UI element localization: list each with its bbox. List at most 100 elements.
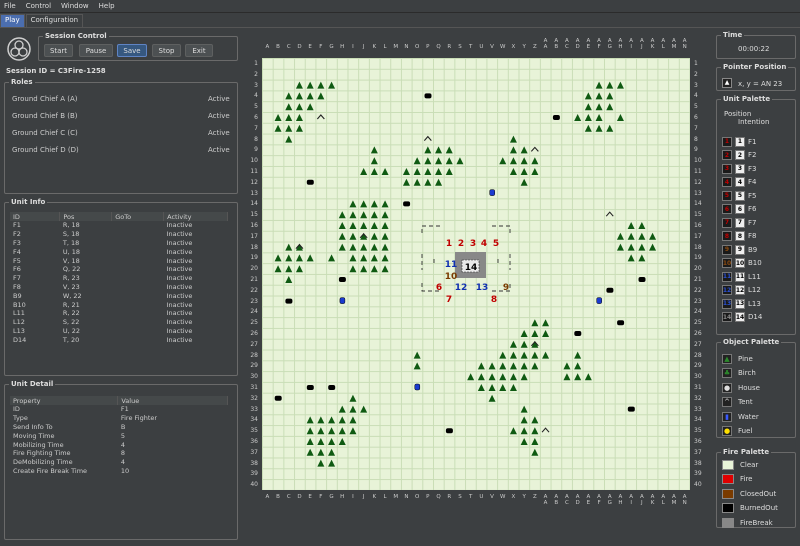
fuel-icon[interactable]: ● (722, 426, 732, 436)
table-row[interactable]: Send Info To B (10, 423, 228, 432)
unit-intention-swatch[interactable]: 10 (735, 258, 745, 268)
stop-button[interactable]: Stop (152, 44, 181, 57)
map-unit-label[interactable]: 8 (491, 295, 497, 305)
unit-position-swatch[interactable]: 14 (722, 312, 732, 322)
map-unit-label[interactable]: 4 (481, 239, 487, 249)
tent-icon[interactable]: ^ (722, 397, 732, 407)
unit-info-col-header[interactable]: Activity (163, 212, 228, 221)
unit-position-swatch[interactable]: 6 (722, 204, 732, 214)
unit-palette-item[interactable]: 1 1 F1 (722, 136, 756, 147)
map-unit-label[interactable]: 13 (476, 283, 489, 293)
unit-intention-swatch[interactable]: 8 (735, 231, 745, 241)
pine-icon[interactable]: ▲ (722, 353, 732, 364)
unit-palette-item[interactable]: 8 8 F8 (722, 231, 756, 242)
game-map[interactable]: 1 2 3 4 5 6 7 8 9 10 11 12 13 14 (262, 58, 690, 490)
unit-info-col-header[interactable]: ID (10, 212, 61, 221)
map-unit-label[interactable]: 2 (458, 239, 464, 249)
tab-configuration[interactable]: Configuration (25, 14, 84, 27)
table-row[interactable]: L12 S, 22 Inactive (10, 318, 228, 327)
object-palette-item[interactable]: ^ Tent (722, 397, 753, 408)
table-row[interactable]: B10 R, 21 Inactive (10, 300, 228, 309)
table-row[interactable]: F5 V, 18 Inactive (10, 256, 228, 265)
start-button[interactable]: Start (44, 44, 73, 57)
object-palette-item[interactable]: ▲ Pine (722, 353, 753, 364)
unit-palette-item[interactable]: 13 13 L13 (722, 298, 761, 309)
role-name[interactable]: Ground Chief D (D) (12, 146, 79, 154)
unit-intention-swatch[interactable]: 7 (735, 217, 745, 228)
unit-palette-item[interactable]: 7 7 F7 (722, 217, 756, 228)
table-row[interactable]: Fire Fighting Time 8 (10, 449, 228, 458)
unit-palette-item[interactable]: 11 11 L11 (722, 271, 761, 282)
unit-palette-item[interactable]: 14 14 D14 (722, 312, 762, 323)
unit-position-swatch[interactable]: 2 (722, 150, 732, 160)
table-row[interactable]: L13 U, 22 Inactive (10, 327, 228, 336)
unit-position-swatch[interactable]: 10 (722, 258, 732, 268)
save-button[interactable]: Save (117, 44, 147, 57)
unit-intention-swatch[interactable]: 12 (735, 285, 745, 295)
menu-file[interactable]: File (4, 2, 16, 10)
fire-state-swatch[interactable] (722, 488, 734, 499)
fire-palette-item[interactable]: BurnedOut (722, 503, 778, 514)
table-row[interactable]: F8 V, 23 Inactive (10, 283, 228, 292)
birch-icon[interactable]: ♣ (722, 368, 732, 378)
unit-intention-swatch[interactable]: 13 (735, 298, 745, 309)
map-unit-label[interactable]: 11 (445, 260, 458, 270)
table-row[interactable]: D14 T, 20 Inactive (10, 335, 228, 344)
table-row[interactable]: F2 S, 18 Inactive (10, 230, 228, 239)
unit-intention-swatch[interactable]: 4 (735, 177, 745, 187)
unit-intention-swatch[interactable]: 9 (735, 244, 745, 255)
tab-play[interactable]: Play (0, 14, 25, 27)
table-row[interactable]: DeMobilizing Time 4 (10, 458, 228, 467)
unit-palette-item[interactable]: 2 2 F2 (722, 150, 756, 161)
map-unit-label[interactable]: 5 (493, 239, 499, 249)
map-unit-label[interactable]: 12 (455, 283, 468, 293)
unit-palette-item[interactable]: 5 5 F5 (722, 190, 756, 201)
pause-button[interactable]: Pause (79, 44, 113, 57)
object-palette-item[interactable]: ♣ Birch (722, 368, 756, 379)
map-unit-label[interactable]: 9 (503, 283, 509, 293)
table-row[interactable]: F1 R, 18 Inactive (10, 221, 228, 230)
unit-palette-item[interactable]: 6 6 F6 (722, 204, 756, 215)
unit-position-swatch[interactable]: 4 (722, 177, 732, 187)
unit-intention-swatch[interactable]: 1 (735, 136, 745, 147)
role-name[interactable]: Ground Chief C (C) (12, 129, 78, 137)
map-unit-label[interactable]: 10 (445, 272, 458, 282)
table-row[interactable]: F6 Q, 22 Inactive (10, 265, 228, 274)
unit-intention-swatch[interactable]: 11 (735, 271, 745, 282)
role-name[interactable]: Ground Chief A (A) (12, 95, 78, 103)
unit-intention-swatch[interactable]: 5 (735, 190, 745, 201)
unit-position-swatch[interactable]: 5 (722, 190, 732, 201)
table-row[interactable]: F7 R, 23 Inactive (10, 274, 228, 283)
table-row[interactable]: Create Fire Break Time 10 (10, 467, 228, 476)
table-row[interactable]: F3 T, 18 Inactive (10, 239, 228, 248)
unit-intention-swatch[interactable]: 3 (735, 163, 745, 174)
fire-state-swatch[interactable] (722, 459, 734, 470)
unit-info-col-header[interactable]: Pos (59, 212, 113, 221)
unit-intention-swatch[interactable]: 2 (735, 150, 745, 160)
table-row[interactable]: Moving Time 5 (10, 431, 228, 440)
object-palette-item[interactable]: ● Fuel (722, 426, 752, 437)
unit-position-swatch[interactable]: 8 (722, 231, 732, 241)
unit-position-swatch[interactable]: 13 (722, 298, 732, 309)
table-row[interactable]: Type Fire Fighter (10, 414, 228, 423)
table-row[interactable]: B9 W, 22 Inactive (10, 291, 228, 300)
map-unit-label[interactable]: 14 (465, 263, 478, 273)
fire-state-swatch[interactable] (722, 517, 734, 528)
table-row[interactable]: ID F1 (10, 405, 228, 414)
fire-palette-item[interactable]: FireBreak (722, 517, 773, 528)
fire-state-swatch[interactable] (722, 474, 734, 484)
exit-button[interactable]: Exit (185, 44, 213, 57)
unit-position-swatch[interactable]: 7 (722, 217, 732, 228)
unit-position-swatch[interactable]: 11 (722, 271, 732, 282)
fire-state-swatch[interactable] (722, 503, 734, 513)
unit-position-swatch[interactable]: 12 (722, 285, 732, 295)
role-name[interactable]: Ground Chief B (B) (12, 112, 78, 120)
fire-palette-item[interactable]: Clear (722, 459, 758, 470)
menu-window[interactable]: Window (61, 2, 89, 10)
unit-palette-item[interactable]: 10 10 B10 (722, 258, 762, 269)
map-unit-label[interactable]: 1 (446, 239, 452, 249)
menu-control[interactable]: Control (26, 2, 51, 10)
unit-palette-item[interactable]: 3 3 F3 (722, 163, 756, 174)
fire-palette-item[interactable]: Fire (722, 474, 753, 485)
unit-position-swatch[interactable]: 1 (722, 136, 732, 147)
